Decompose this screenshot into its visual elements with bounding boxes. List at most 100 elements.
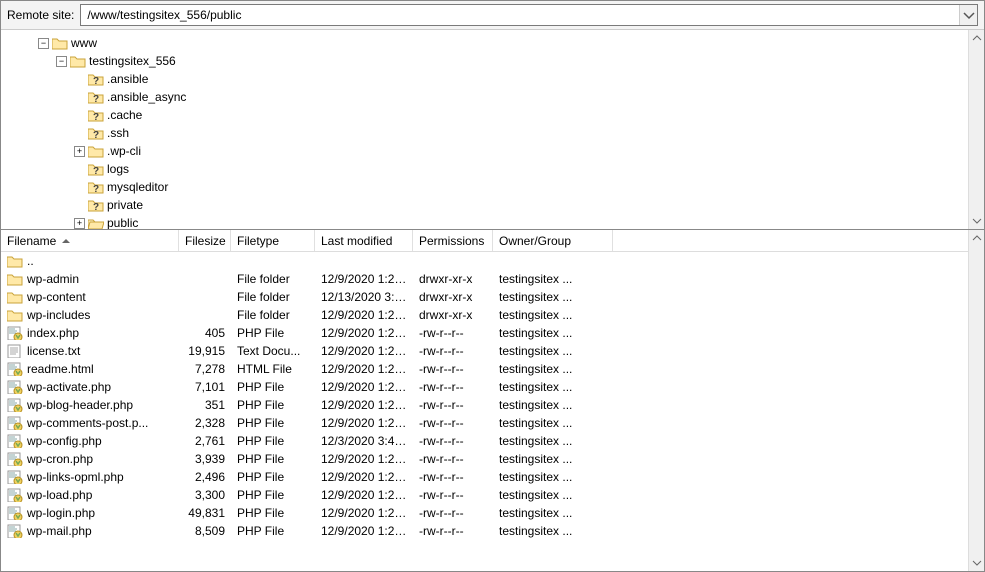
script-file-icon bbox=[7, 416, 23, 430]
file-row[interactable]: wp-cron.php3,939PHP File12/9/2020 1:22:.… bbox=[1, 450, 968, 468]
folder-unknown-icon bbox=[88, 108, 104, 122]
folder-icon bbox=[52, 36, 68, 50]
file-type: PHP File bbox=[231, 416, 315, 430]
file-owner: testingsitex ... bbox=[493, 344, 613, 358]
scroll-down-icon[interactable] bbox=[969, 555, 984, 571]
column-header-filename[interactable]: Filename bbox=[1, 230, 179, 251]
file-permissions: drwxr-xr-x bbox=[413, 308, 493, 322]
scroll-up-icon[interactable] bbox=[969, 230, 984, 246]
file-owner: testingsitex ... bbox=[493, 434, 613, 448]
file-permissions: -rw-r--r-- bbox=[413, 470, 493, 484]
column-header-filesize[interactable]: Filesize bbox=[179, 230, 231, 251]
file-owner: testingsitex ... bbox=[493, 326, 613, 340]
file-type: PHP File bbox=[231, 434, 315, 448]
tree-node[interactable]: mysqleditor bbox=[5, 178, 968, 196]
expander-icon[interactable]: + bbox=[74, 218, 85, 229]
file-name: wp-content bbox=[27, 290, 86, 304]
file-owner: testingsitex ... bbox=[493, 272, 613, 286]
tree-node[interactable]: .ansible_async bbox=[5, 88, 968, 106]
tree-node[interactable]: private bbox=[5, 196, 968, 214]
tree-vertical-scrollbar[interactable] bbox=[968, 30, 984, 229]
tree-node-wpcli[interactable]: + .wp-cli bbox=[5, 142, 968, 160]
parent-directory-row[interactable]: .. bbox=[1, 252, 968, 270]
folder-icon bbox=[7, 272, 23, 286]
folder-unknown-icon bbox=[88, 90, 104, 104]
remote-directory-tree[interactable]: − www − testingsitex_556 .ansible.ansibl… bbox=[1, 30, 968, 229]
file-permissions: drwxr-xr-x bbox=[413, 272, 493, 286]
file-row[interactable]: wp-load.php3,300PHP File12/9/2020 1:22:.… bbox=[1, 486, 968, 504]
expander-icon[interactable]: − bbox=[56, 56, 67, 67]
file-size: 19,915 bbox=[179, 344, 231, 358]
expander-icon[interactable]: − bbox=[38, 38, 49, 49]
column-header-filetype[interactable]: Filetype bbox=[231, 230, 315, 251]
tree-node-public[interactable]: + public bbox=[5, 214, 968, 229]
file-type: File folder bbox=[231, 272, 315, 286]
file-row[interactable]: wp-contentFile folder12/13/2020 3:4...dr… bbox=[1, 288, 968, 306]
column-header-permissions[interactable]: Permissions bbox=[413, 230, 493, 251]
tree-node-label: mysqleditor bbox=[107, 180, 168, 194]
file-permissions: -rw-r--r-- bbox=[413, 380, 493, 394]
folder-unknown-icon bbox=[88, 180, 104, 194]
file-list-rows[interactable]: .. wp-admin File folder 12/9/2020 1:22:...… bbox=[1, 252, 968, 571]
list-vertical-scrollbar[interactable] bbox=[968, 230, 984, 571]
file-row[interactable]: wp-login.php49,831PHP File12/9/2020 1:22… bbox=[1, 504, 968, 522]
column-header-modified[interactable]: Last modified bbox=[315, 230, 413, 251]
expander-icon[interactable]: + bbox=[74, 146, 85, 157]
tree-node-www[interactable]: − www bbox=[5, 34, 968, 52]
file-size: 2,328 bbox=[179, 416, 231, 430]
file-name: wp-mail.php bbox=[27, 524, 92, 538]
file-row[interactable]: wp-activate.php7,101PHP File12/9/2020 1:… bbox=[1, 378, 968, 396]
file-row[interactable]: index.php405PHP File12/9/2020 1:22:...-r… bbox=[1, 324, 968, 342]
tree-node[interactable]: logs bbox=[5, 160, 968, 178]
file-owner: testingsitex ... bbox=[493, 380, 613, 394]
file-type: File folder bbox=[231, 290, 315, 304]
remote-path-bar: Remote site: bbox=[1, 1, 984, 30]
file-row[interactable]: wp-links-opml.php2,496PHP File12/9/2020 … bbox=[1, 468, 968, 486]
folder-icon bbox=[70, 54, 86, 68]
file-modified: 12/9/2020 1:22:... bbox=[315, 488, 413, 502]
file-modified: 12/9/2020 1:22:... bbox=[315, 398, 413, 412]
file-row[interactable]: license.txt19,915Text Docu...12/9/2020 1… bbox=[1, 342, 968, 360]
tree-node-label: testingsitex_556 bbox=[89, 54, 176, 68]
file-name: wp-admin bbox=[27, 272, 79, 286]
remote-tree-pane: − www − testingsitex_556 .ansible.ansibl… bbox=[1, 30, 984, 230]
file-row[interactable]: wp-comments-post.p...2,328PHP File12/9/2… bbox=[1, 414, 968, 432]
file-row[interactable]: readme.html7,278HTML File12/9/2020 1:22:… bbox=[1, 360, 968, 378]
text-file-icon bbox=[7, 344, 23, 358]
file-type: PHP File bbox=[231, 470, 315, 484]
file-permissions: -rw-r--r-- bbox=[413, 488, 493, 502]
remote-path-input[interactable] bbox=[81, 5, 959, 25]
tree-node[interactable]: .cache bbox=[5, 106, 968, 124]
script-file-icon bbox=[7, 452, 23, 466]
scroll-down-icon[interactable] bbox=[969, 213, 984, 229]
file-type: PHP File bbox=[231, 380, 315, 394]
file-row[interactable]: wp-mail.php8,509PHP File12/9/2020 1:22:.… bbox=[1, 522, 968, 540]
scroll-up-icon[interactable] bbox=[969, 30, 984, 46]
remote-path-dropdown-button[interactable] bbox=[959, 5, 977, 25]
file-name: readme.html bbox=[27, 362, 94, 376]
file-permissions: drwxr-xr-x bbox=[413, 290, 493, 304]
file-name: wp-load.php bbox=[27, 488, 92, 502]
tree-node-label: logs bbox=[107, 162, 129, 176]
file-name: wp-blog-header.php bbox=[27, 398, 133, 412]
tree-node[interactable]: .ansible bbox=[5, 70, 968, 88]
file-name: wp-config.php bbox=[27, 434, 102, 448]
folder-icon bbox=[7, 308, 23, 322]
column-header-owner[interactable]: Owner/Group bbox=[493, 230, 613, 251]
file-row[interactable]: wp-config.php2,761PHP File12/3/2020 3:43… bbox=[1, 432, 968, 450]
tree-node-site[interactable]: − testingsitex_556 bbox=[5, 52, 968, 70]
file-permissions: -rw-r--r-- bbox=[413, 524, 493, 538]
file-row[interactable]: wp-adminFile folder12/9/2020 1:22:...drw… bbox=[1, 270, 968, 288]
column-label: Filetype bbox=[237, 234, 279, 248]
file-name: license.txt bbox=[27, 344, 80, 358]
file-type: File folder bbox=[231, 308, 315, 322]
file-permissions: -rw-r--r-- bbox=[413, 452, 493, 466]
file-row[interactable]: wp-blog-header.php351PHP File12/9/2020 1… bbox=[1, 396, 968, 414]
file-row[interactable]: wp-includesFile folder12/9/2020 1:23:...… bbox=[1, 306, 968, 324]
remote-path-input-wrap[interactable] bbox=[80, 4, 978, 26]
file-type: PHP File bbox=[231, 398, 315, 412]
file-owner: testingsitex ... bbox=[493, 308, 613, 322]
tree-node[interactable]: .ssh bbox=[5, 124, 968, 142]
file-permissions: -rw-r--r-- bbox=[413, 398, 493, 412]
file-size: 2,761 bbox=[179, 434, 231, 448]
